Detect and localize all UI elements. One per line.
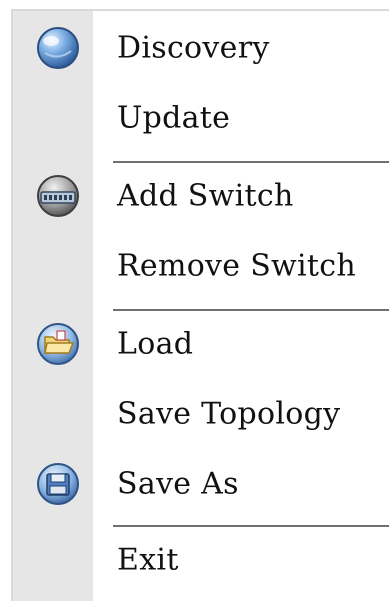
network-switch-icon [35,173,81,219]
menu-item-load[interactable]: Load [13,313,389,375]
menu-separator [113,309,389,311]
globe-icon [35,25,81,71]
floppy-disk-icon [35,461,81,507]
menu-item-remove-switch[interactable]: Remove Switch [13,235,389,297]
menu-item-label: Save As [117,466,239,502]
menu-item-label: Load [117,326,194,362]
menu-separator [113,525,389,527]
folder-open-icon [35,321,81,367]
menu-item-discovery[interactable]: Discovery [13,17,389,79]
menu-item-save-topology[interactable]: Save Topology [13,383,389,445]
menu-item-label: Remove Switch [117,248,356,284]
menu-item-save-as[interactable]: Save As [13,453,389,515]
menu-item-label: Add Switch [117,178,294,214]
menu-item-add-switch[interactable]: Add Switch [13,165,389,227]
menu-item-label: Discovery [117,30,270,66]
context-menu: Discovery Update Add Switch Remove Switc… [11,9,389,601]
menu-item-label: Update [117,100,231,136]
menu-item-exit[interactable]: Exit [13,529,389,591]
menu-item-label: Save Topology [117,396,341,432]
menu-separator [113,161,389,163]
menu-item-update[interactable]: Update [13,87,389,149]
menu-item-label: Exit [117,542,179,578]
